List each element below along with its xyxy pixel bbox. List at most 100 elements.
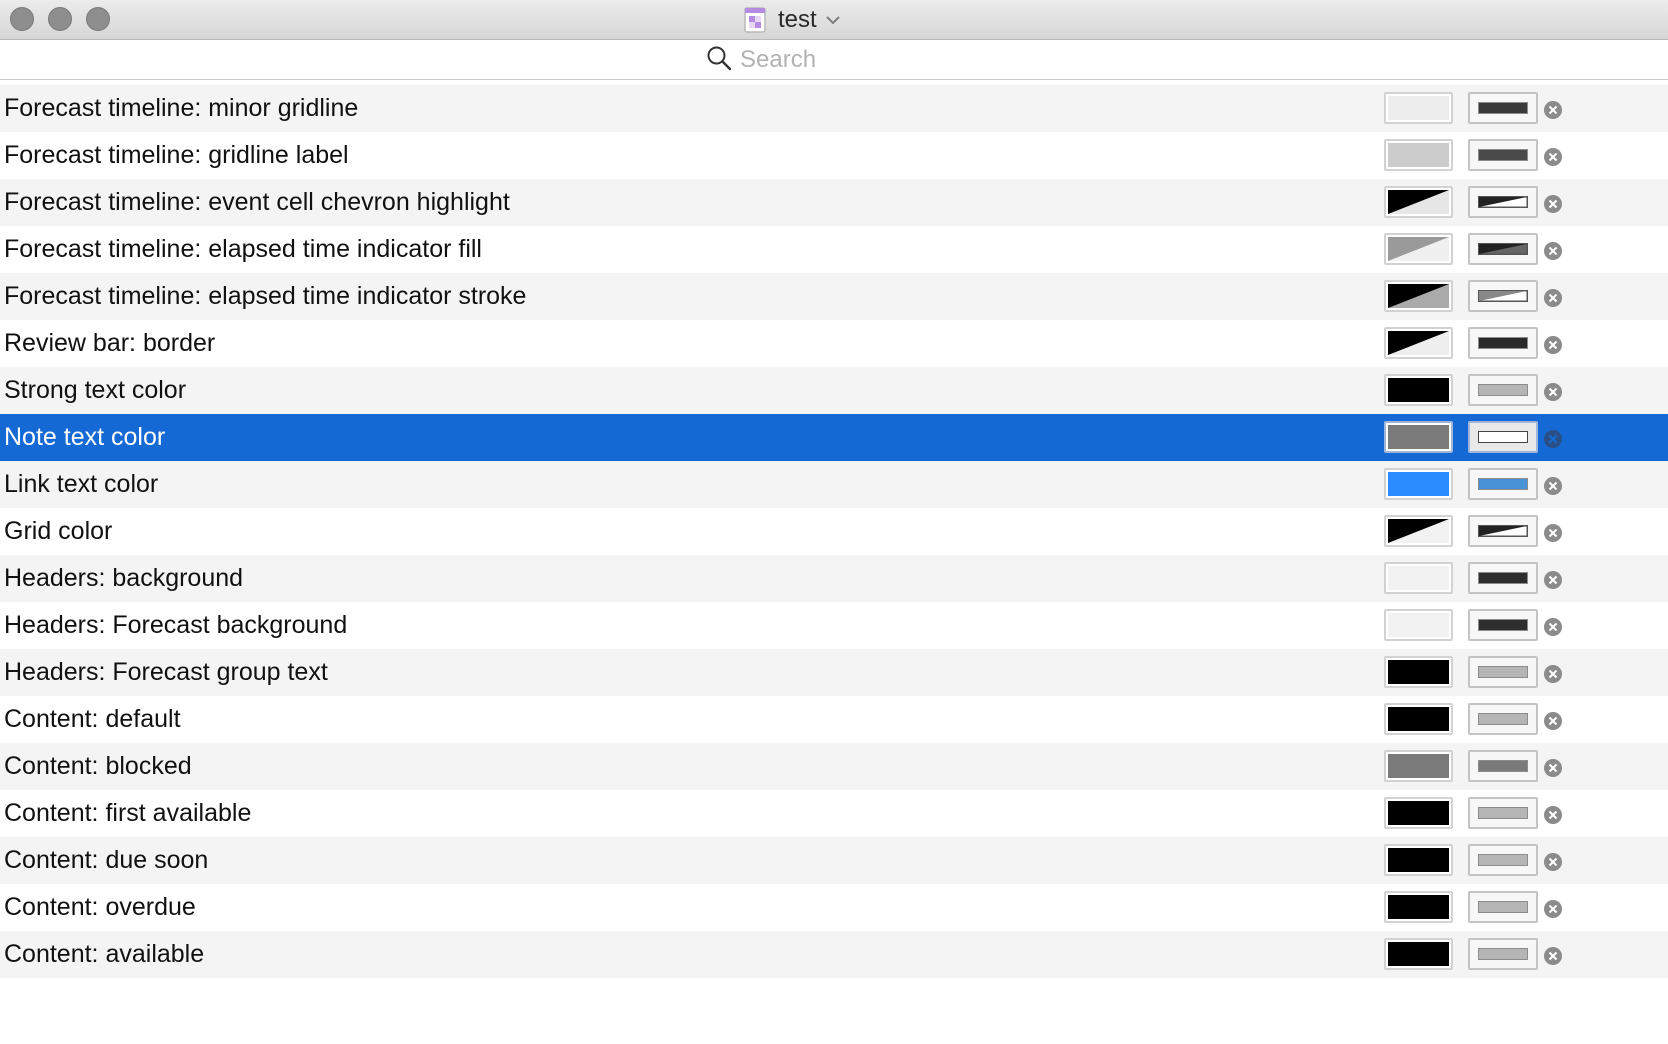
list-item[interactable]: Content: first available [0, 790, 1668, 837]
color-swatch[interactable] [1384, 139, 1453, 171]
zoom-window-button[interactable] [86, 7, 110, 31]
color-well-button[interactable] [1468, 750, 1538, 782]
color-well-button[interactable] [1468, 844, 1538, 876]
window-title-menu[interactable]: test [744, 5, 841, 35]
color-swatch[interactable] [1384, 609, 1453, 641]
color-well-button[interactable] [1468, 374, 1538, 406]
list-item-label: Content: overdue [4, 893, 196, 921]
color-swatch[interactable] [1384, 374, 1453, 406]
list-item-label: Headers: background [4, 564, 244, 592]
clear-icon[interactable] [1543, 946, 1563, 966]
color-well-button[interactable] [1468, 797, 1538, 829]
color-swatch[interactable] [1384, 656, 1453, 688]
swatch-fill [1388, 143, 1449, 167]
color-swatch[interactable] [1384, 92, 1453, 124]
color-swatch[interactable] [1384, 750, 1453, 782]
color-well-button[interactable] [1468, 280, 1538, 312]
color-swatch[interactable] [1384, 891, 1453, 923]
close-window-button[interactable] [10, 7, 34, 31]
swatch-fill [1388, 707, 1449, 731]
color-well-button[interactable] [1468, 609, 1538, 641]
color-swatch[interactable] [1384, 468, 1453, 500]
swatch-fill [1388, 425, 1449, 449]
clear-icon[interactable] [1543, 523, 1563, 543]
clear-icon[interactable] [1543, 852, 1563, 872]
list-item-label: Content: default [4, 705, 181, 733]
color-well-button[interactable] [1468, 186, 1538, 218]
well-fill [1478, 102, 1528, 114]
color-swatch[interactable] [1384, 797, 1453, 829]
well-fill [1478, 290, 1528, 302]
clear-icon[interactable] [1543, 805, 1563, 825]
list-item[interactable]: Headers: background [0, 555, 1668, 602]
clear-icon[interactable] [1543, 711, 1563, 731]
color-swatch[interactable] [1384, 233, 1453, 265]
list-item[interactable]: Note text color [0, 414, 1668, 461]
swatch-fill [1388, 237, 1449, 261]
clear-icon[interactable] [1543, 664, 1563, 684]
list-item[interactable]: Headers: Forecast background [0, 602, 1668, 649]
list-item[interactable]: Forecast timeline: minor gridline [0, 85, 1668, 132]
list-item[interactable]: Review bar: border [0, 320, 1668, 367]
clear-icon[interactable] [1543, 899, 1563, 919]
well-fill [1478, 384, 1528, 396]
swatch-fill [1388, 660, 1449, 684]
list-item[interactable]: Content: blocked [0, 743, 1668, 790]
list-item[interactable]: Forecast timeline: elapsed time indicato… [0, 273, 1668, 320]
clear-icon[interactable] [1543, 617, 1563, 637]
color-swatch[interactable] [1384, 515, 1453, 547]
color-well-button[interactable] [1468, 703, 1538, 735]
color-well-button[interactable] [1468, 233, 1538, 265]
well-fill [1478, 713, 1528, 725]
color-swatch[interactable] [1384, 421, 1453, 453]
list-item[interactable]: Forecast timeline: gridline label [0, 132, 1668, 179]
well-fill [1478, 478, 1528, 490]
color-swatch[interactable] [1384, 327, 1453, 359]
color-swatch[interactable] [1384, 703, 1453, 735]
well-fill [1478, 337, 1528, 349]
color-swatch[interactable] [1384, 562, 1453, 594]
clear-icon[interactable] [1543, 194, 1563, 214]
search-input[interactable] [740, 46, 1040, 74]
clear-icon[interactable] [1543, 335, 1563, 355]
color-swatch[interactable] [1384, 280, 1453, 312]
clear-icon[interactable] [1543, 241, 1563, 261]
list-item[interactable]: Strong text color [0, 367, 1668, 414]
color-swatch[interactable] [1384, 186, 1453, 218]
clear-icon[interactable] [1543, 429, 1563, 449]
well-fill [1478, 243, 1528, 255]
list-item[interactable]: Forecast timeline: elapsed time indicato… [0, 226, 1668, 273]
color-swatch[interactable] [1384, 938, 1453, 970]
clear-icon[interactable] [1543, 476, 1563, 496]
clear-icon[interactable] [1543, 382, 1563, 402]
color-well-button[interactable] [1468, 562, 1538, 594]
color-well-button[interactable] [1468, 891, 1538, 923]
list-item[interactable]: Forecast timeline: event cell chevron hi… [0, 179, 1668, 226]
list-item[interactable]: Grid color [0, 508, 1668, 555]
title-bar: test [0, 0, 1668, 40]
clear-icon[interactable] [1543, 100, 1563, 120]
search-field[interactable] [706, 44, 1040, 76]
list-item-label: Content: due soon [4, 846, 209, 874]
well-fill [1478, 572, 1528, 584]
color-swatch[interactable] [1384, 844, 1453, 876]
color-well-button[interactable] [1468, 938, 1538, 970]
color-well-button[interactable] [1468, 421, 1538, 453]
list-item[interactable]: Content: default [0, 696, 1668, 743]
color-well-button[interactable] [1468, 515, 1538, 547]
minimize-window-button[interactable] [48, 7, 72, 31]
list-item[interactable]: Content: due soon [0, 837, 1668, 884]
clear-icon[interactable] [1543, 570, 1563, 590]
list-item[interactable]: Headers: Forecast group text [0, 649, 1668, 696]
color-well-button[interactable] [1468, 656, 1538, 688]
color-well-button[interactable] [1468, 139, 1538, 171]
color-well-button[interactable] [1468, 468, 1538, 500]
list-item[interactable]: Content: overdue [0, 884, 1668, 931]
list-item[interactable]: Content: available [0, 931, 1668, 978]
color-well-button[interactable] [1468, 92, 1538, 124]
list-item[interactable]: Link text color [0, 461, 1668, 508]
color-well-button[interactable] [1468, 327, 1538, 359]
clear-icon[interactable] [1543, 288, 1563, 308]
clear-icon[interactable] [1543, 758, 1563, 778]
clear-icon[interactable] [1543, 147, 1563, 167]
